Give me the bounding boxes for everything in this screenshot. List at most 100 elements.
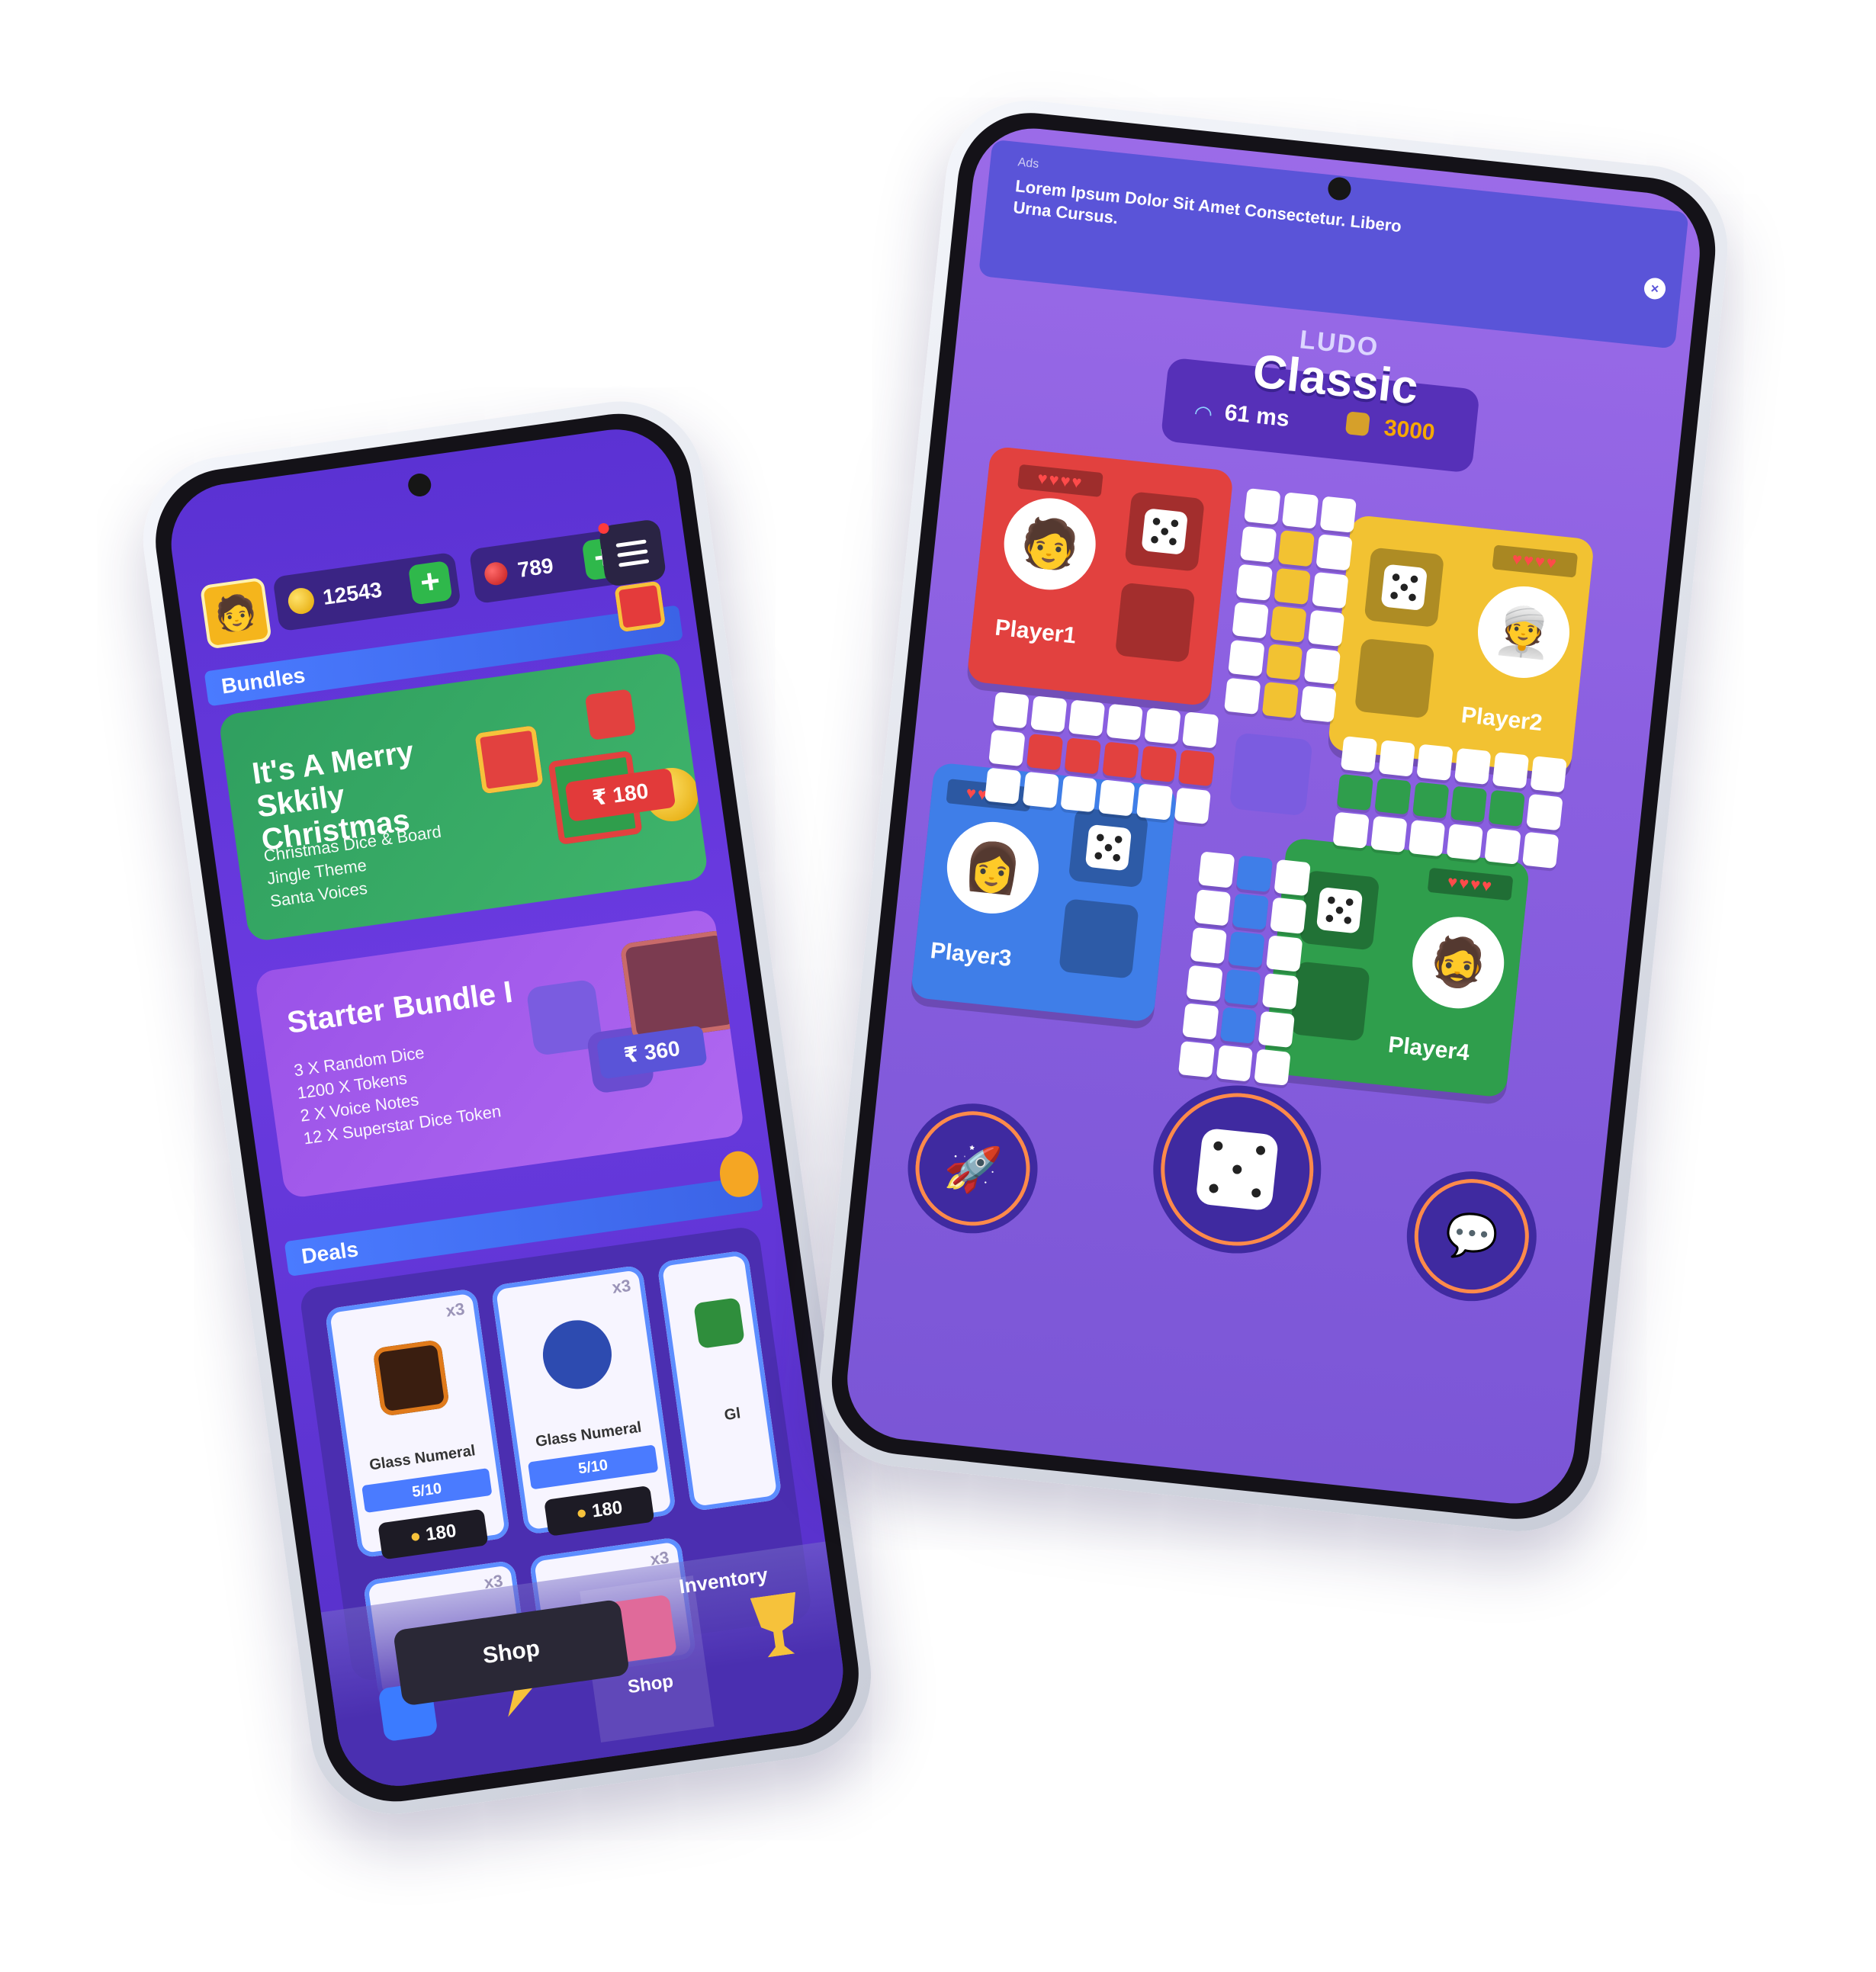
ping-value: 61 ms [1223,400,1291,432]
board-cell [1254,1049,1291,1086]
dice-icon[interactable] [1124,491,1205,572]
wifi-icon: ◠ [1193,400,1214,426]
deal-name: Gl [723,1405,742,1424]
token-yard [1058,898,1139,979]
player-avatar: 🧔 [1408,912,1509,1013]
deal-progress: 5/10 [361,1468,493,1514]
chat-bubble-icon: 💬 [1442,1209,1501,1263]
board-cell [1261,681,1299,719]
board-cell [1244,488,1281,525]
board-cell [1186,965,1223,1002]
deal-quantity: x3 [610,1275,632,1298]
board-cell [1064,737,1102,775]
close-icon[interactable]: × [1643,277,1667,300]
board-cell [1182,711,1219,749]
dice-icon [693,1297,745,1349]
board-cell [1098,779,1136,817]
board-cell [1102,741,1139,779]
dice-icon [372,1339,450,1417]
board-cell [1140,745,1177,783]
deal-price-button[interactable]: ● 180 [544,1485,655,1537]
treasure-chest-icon [619,929,740,1043]
ad-text: Lorem Ipsum Dolor Sit Amet Consectetur. … [1012,176,1402,236]
ad-banner[interactable]: Ads Lorem Ipsum Dolor Sit Amet Consectet… [978,139,1689,349]
coin-count: 12543 [321,577,384,609]
player-name: Player1 [994,615,1078,649]
player-name: Player3 [929,938,1013,972]
board-cell [1068,699,1106,737]
board-cell [1193,889,1232,927]
board-cell [1492,751,1530,789]
rocket-icon: 🚀 [941,1140,1004,1197]
board-cell [1312,571,1349,609]
board-cell [1374,778,1412,815]
board-cell [1270,897,1307,934]
board-cell [1446,824,1483,861]
board-cell [1060,775,1097,813]
board-cell [1454,747,1492,785]
add-coins-button[interactable]: + [407,560,453,605]
ludo-board: ♥♥♥♥ 🧑 Player1 ♥♥♥♥ 👳 Player2 ♥♥♥♥ 👩 Pla… [910,445,1598,1116]
rocket-boost-button[interactable]: 🚀 [910,1105,1036,1232]
board-cell [1030,695,1068,733]
home-yellow: ♥♥♥♥ 👳 Player2 [1327,514,1595,776]
coin-icon [286,586,316,616]
board-cell [1408,819,1446,857]
deal-card[interactable]: x3 Glass Numeral 5/10 ● 180 [490,1264,677,1537]
board-cell [1232,602,1269,639]
player-avatar: 👳 [1473,582,1574,682]
phone-shop: 🧑 12543 + 789 + Bundles It's A Merry Skk… [132,390,882,1825]
token-yard [1290,961,1370,1042]
board-cell [1136,783,1174,821]
board-cell [1261,973,1299,1010]
board-cell [1106,703,1143,741]
christmas-bundle-card[interactable]: It's A Merry Skkily Christmas Christmas … [217,651,709,943]
token-yard [1114,582,1196,663]
game-logo: LUDO Classic [1242,320,1432,414]
board-cell [1182,1003,1219,1040]
roll-dice-button[interactable] [1153,1085,1322,1254]
board-cell [1378,740,1415,777]
board-cell [1224,677,1261,715]
token-yard [1354,638,1435,719]
money-bag-icon [1344,411,1370,437]
board-cell [1274,567,1311,605]
trophy-nav-icon[interactable] [750,1592,805,1659]
phone-game: Ads Lorem Ipsum Dolor Sit Amet Consectet… [811,92,1736,1540]
game-screen: Ads Lorem Ipsum Dolor Sit Amet Consectet… [841,122,1706,1510]
board-cell [1266,935,1303,972]
board-cell [1274,859,1311,897]
board-cell [1530,756,1567,793]
deal-price-button[interactable]: ● 180 [377,1508,489,1560]
gift-icon[interactable] [614,580,667,633]
board-cell [1277,530,1315,567]
board-cell [1281,492,1319,529]
deal-progress: 5/10 [528,1444,659,1490]
prize-value: 3000 [1383,415,1437,446]
board-cell [1265,644,1303,681]
dice-icon[interactable] [1068,807,1149,888]
board-cell [1340,736,1378,773]
board-cell [1228,931,1265,968]
present-icon [474,725,544,795]
chat-button[interactable]: 💬 [1409,1173,1535,1299]
profile-avatar[interactable]: 🧑 [199,577,272,650]
board-cell [1315,534,1353,571]
bundles-title: Bundles [220,663,307,699]
deal-card[interactable]: Gl [657,1249,782,1512]
board-cell [1219,1007,1258,1044]
dice-icon[interactable] [1299,869,1380,951]
dice-icon[interactable] [1364,547,1445,628]
board-cell [1299,686,1337,723]
board-cell [1026,734,1064,771]
board-cell [1224,968,1261,1007]
board-cell [1488,789,1525,827]
deals-title: Deals [300,1237,360,1269]
board-cell [1177,749,1216,787]
board-cell [984,767,1022,805]
starter-bundle-card[interactable]: Starter Bundle I 3 X Random Dice 1200 X … [254,907,745,1200]
board-cell [1303,647,1341,685]
deal-card[interactable]: x3 Glass Numeral 5/10 ● 180 [324,1288,511,1560]
board-cell [992,692,1030,729]
deal-price: 180 [590,1497,624,1522]
